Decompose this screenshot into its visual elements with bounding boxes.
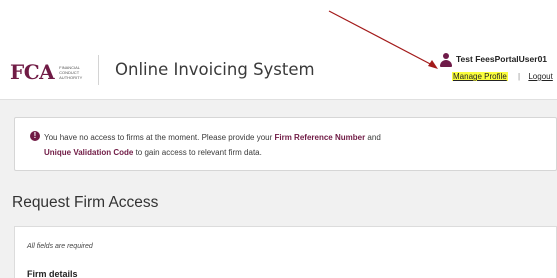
logout-link[interactable]: Logout [528,72,552,81]
link-separator: | [518,72,521,81]
header-divider [98,55,99,85]
account-links: Manage Profile | Logout [452,72,553,81]
no-access-alert: ! You have no access to firms at the mom… [14,117,557,171]
logo-mark: FCA [10,60,55,84]
alert-message: You have no access to firms at the momen… [44,133,381,157]
required-fields-note: All fields are required [27,243,93,250]
app-title: Online Invoicing System [115,60,315,79]
request-access-form: All fields are required Firm details [14,226,557,278]
user-name: Test FeesPortalUser01 [456,54,548,64]
firm-details-heading: Firm details [27,269,78,278]
logo-text: Financial Conduct Authority [59,64,83,80]
user-icon [440,53,452,67]
page-header: FCA Financial Conduct Authority Online I… [0,0,557,100]
page-title: Request Firm Access [12,194,159,211]
exclamation-icon: ! [30,131,40,141]
manage-profile-link[interactable]: Manage Profile [452,72,508,81]
fca-logo[interactable]: FCA Financial Conduct Authority [10,60,89,84]
